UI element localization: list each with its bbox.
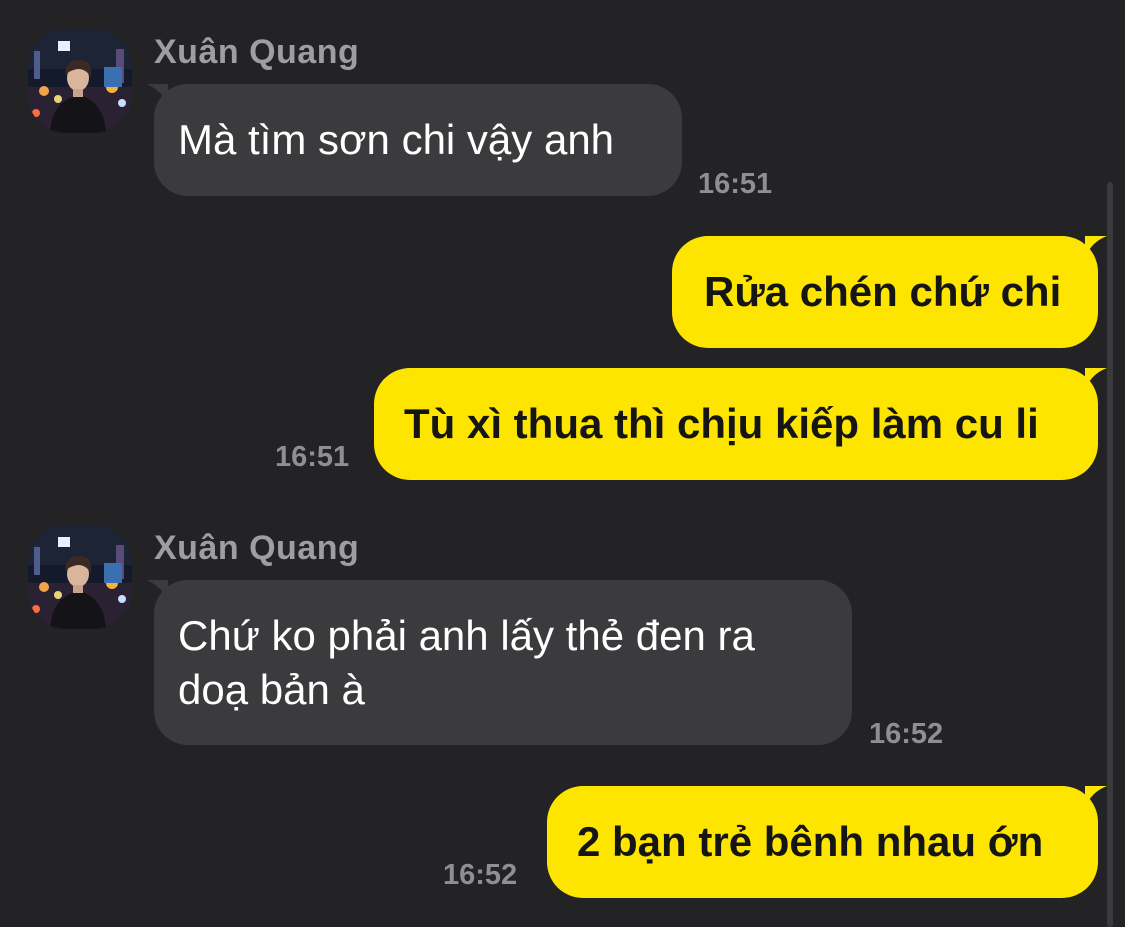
bubble-tail-icon xyxy=(1085,786,1107,808)
message-bubble-outgoing[interactable]: Tù xì thua thì chịu kiếp làm cu li xyxy=(374,368,1107,480)
message-timestamp: 16:52 xyxy=(869,718,944,750)
bubble-tail-icon xyxy=(1085,368,1107,390)
message-text: Tù xì thua thì chịu kiếp làm cu li xyxy=(404,400,1039,447)
message-timestamp: 16:51 xyxy=(698,168,773,200)
message-text-line: Chứ ko phải anh lấy thẻ đen ra xyxy=(178,612,755,659)
message-text-line: doạ bản à xyxy=(178,666,365,713)
avatar-photo xyxy=(28,29,132,133)
message-timestamp: 16:52 xyxy=(443,859,518,891)
avatar[interactable] xyxy=(28,525,132,629)
bubble-tail-icon xyxy=(146,84,168,106)
message-text: Rửa chén chứ chi xyxy=(704,268,1062,315)
message-bubble-incoming[interactable]: Mà tìm sơn chi vậy anh xyxy=(146,84,682,196)
message-text: Mà tìm sơn chi vậy anh xyxy=(178,116,615,163)
message-bubble-outgoing[interactable]: Rửa chén chứ chi xyxy=(672,236,1107,348)
bubble-tail-icon xyxy=(1085,236,1107,258)
sender-name: Xuân Quang xyxy=(154,529,360,567)
message-bubble-incoming[interactable]: Chứ ko phải anh lấy thẻ đen ra doạ bản à xyxy=(146,580,852,745)
message-bubble-outgoing[interactable]: 2 bạn trẻ bênh nhau ớn xyxy=(547,786,1107,898)
message-timestamp: 16:51 xyxy=(275,441,350,473)
sender-name: Xuân Quang xyxy=(154,33,360,71)
bubble-tail-icon xyxy=(146,580,168,602)
scrollbar[interactable] xyxy=(1107,182,1113,927)
message-text: 2 bạn trẻ bênh nhau ớn xyxy=(577,818,1044,865)
avatar[interactable] xyxy=(28,29,132,133)
avatar-photo xyxy=(28,525,132,629)
